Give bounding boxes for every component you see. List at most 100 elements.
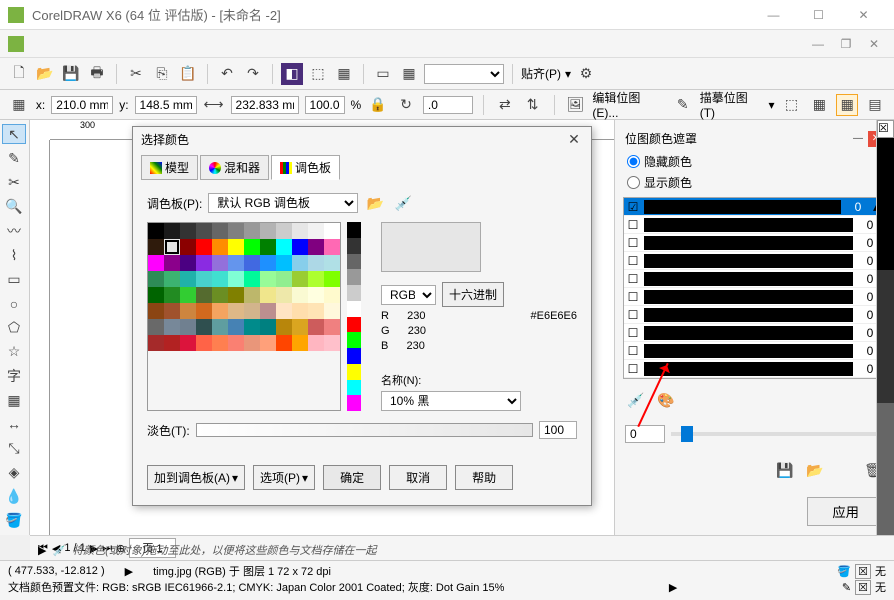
ok-button[interactable]: 确定 — [323, 465, 381, 490]
minimize-button[interactable]: — — [751, 1, 796, 29]
dimension-tool[interactable]: ↔ — [2, 414, 26, 434]
tool-button-4[interactable]: ▭ — [372, 63, 394, 85]
connector-tool[interactable]: ⤡ — [2, 438, 26, 458]
open-palette-button[interactable]: 📂 — [364, 192, 386, 214]
shape-tool[interactable]: ✎ — [2, 148, 26, 168]
color-hint: 将颜色(或对象)拖动至此处，以便将这些颜色与文档存储在一起 — [72, 542, 376, 558]
text-tool[interactable]: 字 — [2, 366, 26, 386]
eyedropper-button[interactable]: 💉 — [625, 389, 647, 411]
save-button[interactable]: 💾 — [60, 63, 82, 85]
y-input[interactable] — [135, 96, 197, 114]
color-swatches[interactable] — [147, 222, 341, 411]
pick-tool[interactable]: ↖ — [2, 124, 26, 144]
rect-tool[interactable]: ▭ — [2, 269, 26, 289]
mask-list[interactable]: ☑0▴ ☐0 ☐0 ☐0 ☐0 ☐0 ☐0 ☐0 ☐0 ☐0 — [623, 197, 886, 379]
copy-button[interactable]: ⎘ — [151, 63, 173, 85]
new-button[interactable]: 🗋 — [8, 63, 30, 85]
effects-tool[interactable]: ◈ — [2, 463, 26, 483]
trace-bitmap-icon[interactable]: ✎ — [672, 94, 694, 116]
fill-tool[interactable]: 🪣 — [2, 511, 26, 531]
print-button[interactable]: 🖶 — [86, 63, 108, 85]
grid-icon[interactable]: ▦ — [8, 94, 30, 116]
play-icon[interactable]: ▶ — [38, 544, 46, 557]
tool-button-1[interactable]: ◧ — [281, 63, 303, 85]
table-tool[interactable]: ▦ — [2, 390, 26, 410]
hex-button[interactable]: 十六进制 — [442, 282, 504, 307]
mirror-v-icon[interactable]: ⇅ — [522, 94, 544, 116]
add-to-palette-button[interactable]: 加到调色板(A) ▾ — [147, 465, 245, 490]
open-mask-button[interactable]: 📂 — [804, 459, 826, 481]
smart-tool[interactable]: ⌇ — [2, 245, 26, 265]
tool-button-3[interactable]: ▦ — [333, 63, 355, 85]
eyedrop-icon[interactable]: 💉 — [52, 544, 66, 557]
color-name-select[interactable]: 10% 黑 — [381, 391, 521, 411]
polygon-tool[interactable]: ⬠ — [2, 318, 26, 338]
panel-min-icon[interactable]: — — [850, 131, 866, 147]
fill-swatch-icon[interactable]: 🪣 — [837, 565, 851, 578]
wrap-button[interactable]: ▤ — [864, 94, 886, 116]
sx-input[interactable] — [305, 96, 345, 114]
snap-label[interactable]: 贴齐(P) — [521, 65, 561, 82]
outline-swatch-icon[interactable]: ✎ — [842, 581, 851, 594]
tolerance-input[interactable] — [625, 425, 665, 443]
edit-bitmap-icon[interactable]: 🖼 — [565, 94, 587, 116]
dialog-close-button[interactable]: ✕ — [565, 130, 583, 148]
eyedropper-icon[interactable]: 💉 — [392, 192, 414, 214]
title-bar: CorelDRAW X6 (64 位 评估版) - [未命名 -2] — ☐ ✕ — [0, 0, 894, 30]
options-button[interactable]: 选项(P) ▾ — [253, 465, 315, 490]
tint-strip[interactable] — [347, 222, 361, 411]
open-button[interactable]: 📂 — [34, 63, 56, 85]
close-button[interactable]: ✕ — [841, 1, 886, 29]
mask-button[interactable]: ▦ — [836, 94, 858, 116]
snap-dropdown[interactable]: ▾ — [565, 67, 571, 81]
hide-color-label: 隐藏颜色 — [644, 153, 692, 170]
eyedropper-tool[interactable]: 💧 — [2, 487, 26, 507]
mirror-h-icon[interactable]: ⇄ — [494, 94, 516, 116]
shapes-tool[interactable]: ☆ — [2, 342, 26, 362]
ellipse-tool[interactable]: ○ — [2, 293, 26, 313]
next-icon[interactable]: ▶ — [125, 565, 133, 578]
undo-button[interactable]: ↶ — [216, 63, 238, 85]
color-model-select[interactable]: RGB — [381, 285, 436, 305]
tint-input[interactable] — [539, 421, 577, 439]
tolerance-slider[interactable] — [671, 432, 884, 436]
tint-label: 淡色(T): — [147, 422, 190, 439]
resample-button[interactable]: ▦ — [808, 94, 830, 116]
doc-close-button[interactable]: ✕ — [862, 34, 886, 54]
crop-tool[interactable]: ✂ — [2, 173, 26, 193]
save-mask-button[interactable]: 💾 — [774, 459, 796, 481]
edit-bitmap-label[interactable]: 编辑位图(E)... — [592, 89, 665, 120]
rot-input[interactable] — [423, 96, 473, 114]
trace-bitmap-label[interactable]: 描摹位图(T) — [700, 89, 763, 120]
tool-button-5[interactable]: ▦ — [398, 63, 420, 85]
show-color-radio[interactable] — [627, 176, 640, 189]
tool-button-2[interactable]: ⬚ — [307, 63, 329, 85]
color-palette-bar[interactable]: ☒ — [876, 120, 894, 535]
g-value: 230 — [408, 325, 426, 337]
paste-button[interactable]: 📋 — [177, 63, 199, 85]
doc-restore-button[interactable]: ❐ — [834, 34, 858, 54]
cancel-button[interactable]: 取消 — [389, 465, 447, 490]
select-color-dialog: 选择颜色 ✕ 模型 混和器 调色板 调色板(P): 默认 RGB 调色板 📂 💉 — [132, 126, 592, 506]
options-button[interactable]: ⚙ — [575, 63, 597, 85]
help-button[interactable]: 帮助 — [455, 465, 513, 490]
zoom-tool[interactable]: 🔍 — [2, 197, 26, 217]
tab-model[interactable]: 模型 — [141, 155, 198, 180]
tab-mixer[interactable]: 混和器 — [200, 155, 269, 180]
w-input[interactable] — [231, 96, 299, 114]
cut-button[interactable]: ✂ — [125, 63, 147, 85]
lock-icon[interactable]: 🔒 — [367, 94, 389, 116]
palette-select[interactable]: 默认 RGB 调色板 — [208, 193, 358, 213]
x-input[interactable] — [51, 96, 113, 114]
tab-palette[interactable]: 调色板 — [271, 155, 340, 180]
redo-button[interactable]: ↷ — [242, 63, 264, 85]
maximize-button[interactable]: ☐ — [796, 1, 841, 29]
hide-color-radio[interactable] — [627, 155, 640, 168]
tint-slider[interactable] — [196, 423, 533, 437]
crop-button[interactable]: ⬚ — [781, 94, 803, 116]
doc-minimize-button[interactable]: — — [806, 34, 830, 54]
edit-color-button[interactable]: 🎨 — [655, 389, 677, 411]
freehand-tool[interactable]: 〰 — [2, 221, 26, 241]
zoom-select[interactable]: 24% — [424, 64, 504, 84]
apply-button[interactable]: 应用 — [807, 497, 884, 526]
